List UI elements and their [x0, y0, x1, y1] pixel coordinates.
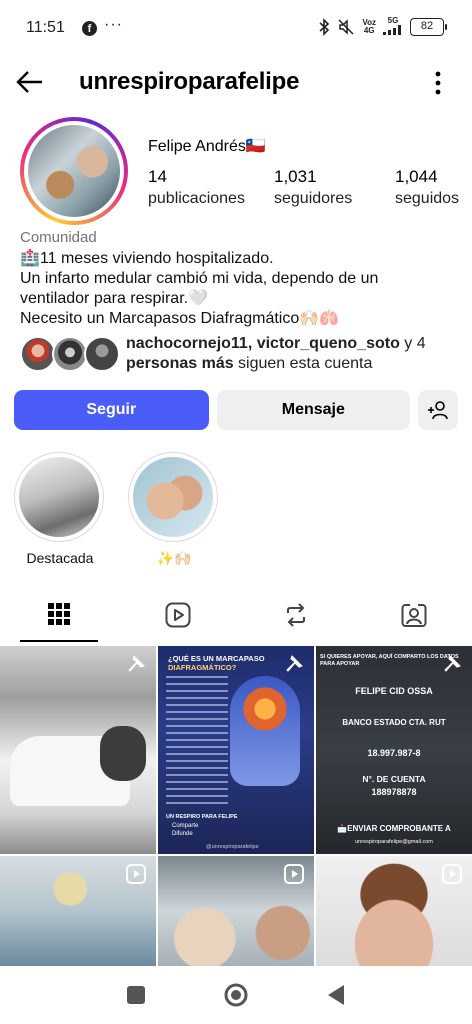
header-username: unrespiroparafelipe	[79, 68, 300, 95]
home-icon[interactable]	[223, 982, 249, 1008]
avatar-photo	[28, 125, 120, 217]
tab-tagged[interactable]	[354, 592, 472, 644]
avatar	[84, 336, 120, 372]
more-options-icon[interactable]	[434, 68, 442, 98]
follow-button[interactable]: Seguir	[14, 390, 209, 430]
add-person-icon	[428, 401, 448, 420]
signal-indicator: 5G	[383, 17, 403, 37]
avatar	[20, 336, 56, 372]
profile-tabs	[0, 592, 472, 644]
grid-post-reel[interactable]	[316, 856, 472, 966]
profile-avatar[interactable]	[20, 117, 128, 225]
tab-reels[interactable]	[118, 592, 236, 644]
add-person-button[interactable]	[418, 390, 458, 430]
system-navigation-bar	[0, 966, 472, 1024]
back-arrow-icon[interactable]	[14, 66, 46, 98]
reels-icon	[165, 602, 191, 628]
active-tab-indicator	[20, 640, 98, 642]
tagged-icon	[401, 603, 427, 627]
profile-header: unrespiroparafelipe	[0, 58, 472, 108]
message-button[interactable]: Mensaje	[216, 390, 411, 430]
grid-icon	[48, 603, 70, 625]
grid-post[interactable]: SI QUIERES APOYAR, AQUÍ COMPARTO LOS DAT…	[316, 646, 472, 854]
post-bank: BANCO ESTADO CTA. RUT	[342, 718, 446, 727]
bio-line: Necesito un Marcapasos Diafragmático🙌🏻🫁	[20, 310, 340, 327]
reel-icon	[126, 864, 146, 884]
post-rut: 18.997.987-8	[367, 748, 421, 758]
pin-icon	[128, 655, 145, 672]
mute-icon	[338, 19, 354, 35]
post-name: FELIPE CID OSSA	[355, 686, 433, 696]
post-send-label: 📩ENVIAR COMPROBANTE A	[337, 824, 451, 833]
highlight-hands[interactable]: ✨🙌🏻	[128, 452, 220, 567]
post-subheader: UN RESPIRO PARA FELIPE	[166, 814, 238, 820]
bio-line: Un infarto medular cambió mi vida, depen…	[20, 270, 379, 287]
profile-category: Comunidad	[20, 229, 97, 246]
reel-icon	[284, 864, 304, 884]
stat-followers[interactable]: 1,031 seguidores	[274, 166, 379, 210]
grid-post-reel[interactable]	[0, 856, 156, 966]
highlight-cover	[19, 457, 99, 537]
battery-icon: 82	[410, 18, 447, 36]
pin-icon	[286, 655, 303, 672]
stat-following[interactable]: 1,044 seguidos	[395, 166, 472, 210]
posts-grid: ¿QUÉ ES UN MARCAPASO DIAFRAGMÁTICO? UN R…	[0, 646, 472, 966]
highlight-destacada[interactable]: Destacada	[14, 452, 106, 566]
avatar	[52, 336, 88, 372]
post-text-block	[166, 676, 228, 806]
back-icon[interactable]	[326, 984, 346, 1006]
post-account-label: N°. DE CUENTA	[362, 774, 426, 784]
post-footer: @unrespiroparafelipe	[206, 844, 259, 850]
reel-icon	[442, 864, 462, 884]
profile-stats: 14 publicaciones 1,031 seguidores 1,044 …	[148, 166, 472, 210]
post-email: unrespiroparafelipe@gmail.com	[355, 839, 433, 845]
status-indicators: Voz 4G 5G 82	[318, 17, 447, 37]
bio-line: ventilador para respirar.🤍	[20, 290, 209, 307]
post-list: Comparte Difunde	[172, 823, 199, 837]
grid-post[interactable]: ¿QUÉ ES UN MARCAPASO DIAFRAGMÁTICO? UN R…	[158, 646, 314, 854]
profile-bio: 🏥11 meses viviendo hospitalizado. Un inf…	[20, 249, 460, 329]
bio-line: 🏥11 meses viviendo hospitalizado.	[20, 250, 274, 267]
tab-reposts[interactable]	[236, 592, 354, 644]
profile-actions: Seguir Mensaje	[14, 390, 458, 430]
post-title: ¿QUÉ ES UN MARCAPASO DIAFRAGMÁTICO?	[168, 654, 265, 672]
reposts-icon	[287, 603, 305, 627]
grid-post-reel[interactable]	[158, 856, 314, 966]
stat-posts[interactable]: 14 publicaciones	[148, 166, 258, 210]
followed-by[interactable]: nachocornejo11, victor_queno_soto y 4 pe…	[20, 334, 460, 376]
status-bar: 11:51 f ··· Voz 4G 5G 82	[0, 0, 472, 58]
recent-apps-icon[interactable]	[126, 985, 146, 1005]
bluetooth-icon	[319, 18, 330, 36]
highlight-cover	[133, 457, 213, 537]
follower-avatars	[20, 336, 120, 374]
facebook-notification-icon: f	[82, 21, 97, 36]
status-time: 11:51	[26, 19, 65, 36]
volte-indicator: Voz 4G	[362, 18, 376, 35]
story-highlights: Destacada ✨🙌🏻	[12, 452, 472, 572]
more-notifications-icon: ···	[104, 16, 123, 33]
post-illustration	[230, 676, 300, 786]
post-photo-figure	[100, 726, 146, 781]
post-account: 188978878	[371, 787, 417, 797]
display-name: Felipe Andrés🇨🇱	[148, 138, 266, 155]
followed-by-text: nachocornejo11, victor_queno_soto y 4 pe…	[126, 335, 426, 372]
grid-post[interactable]	[0, 646, 156, 854]
pin-icon	[444, 655, 461, 672]
tab-posts-grid[interactable]	[0, 592, 118, 644]
